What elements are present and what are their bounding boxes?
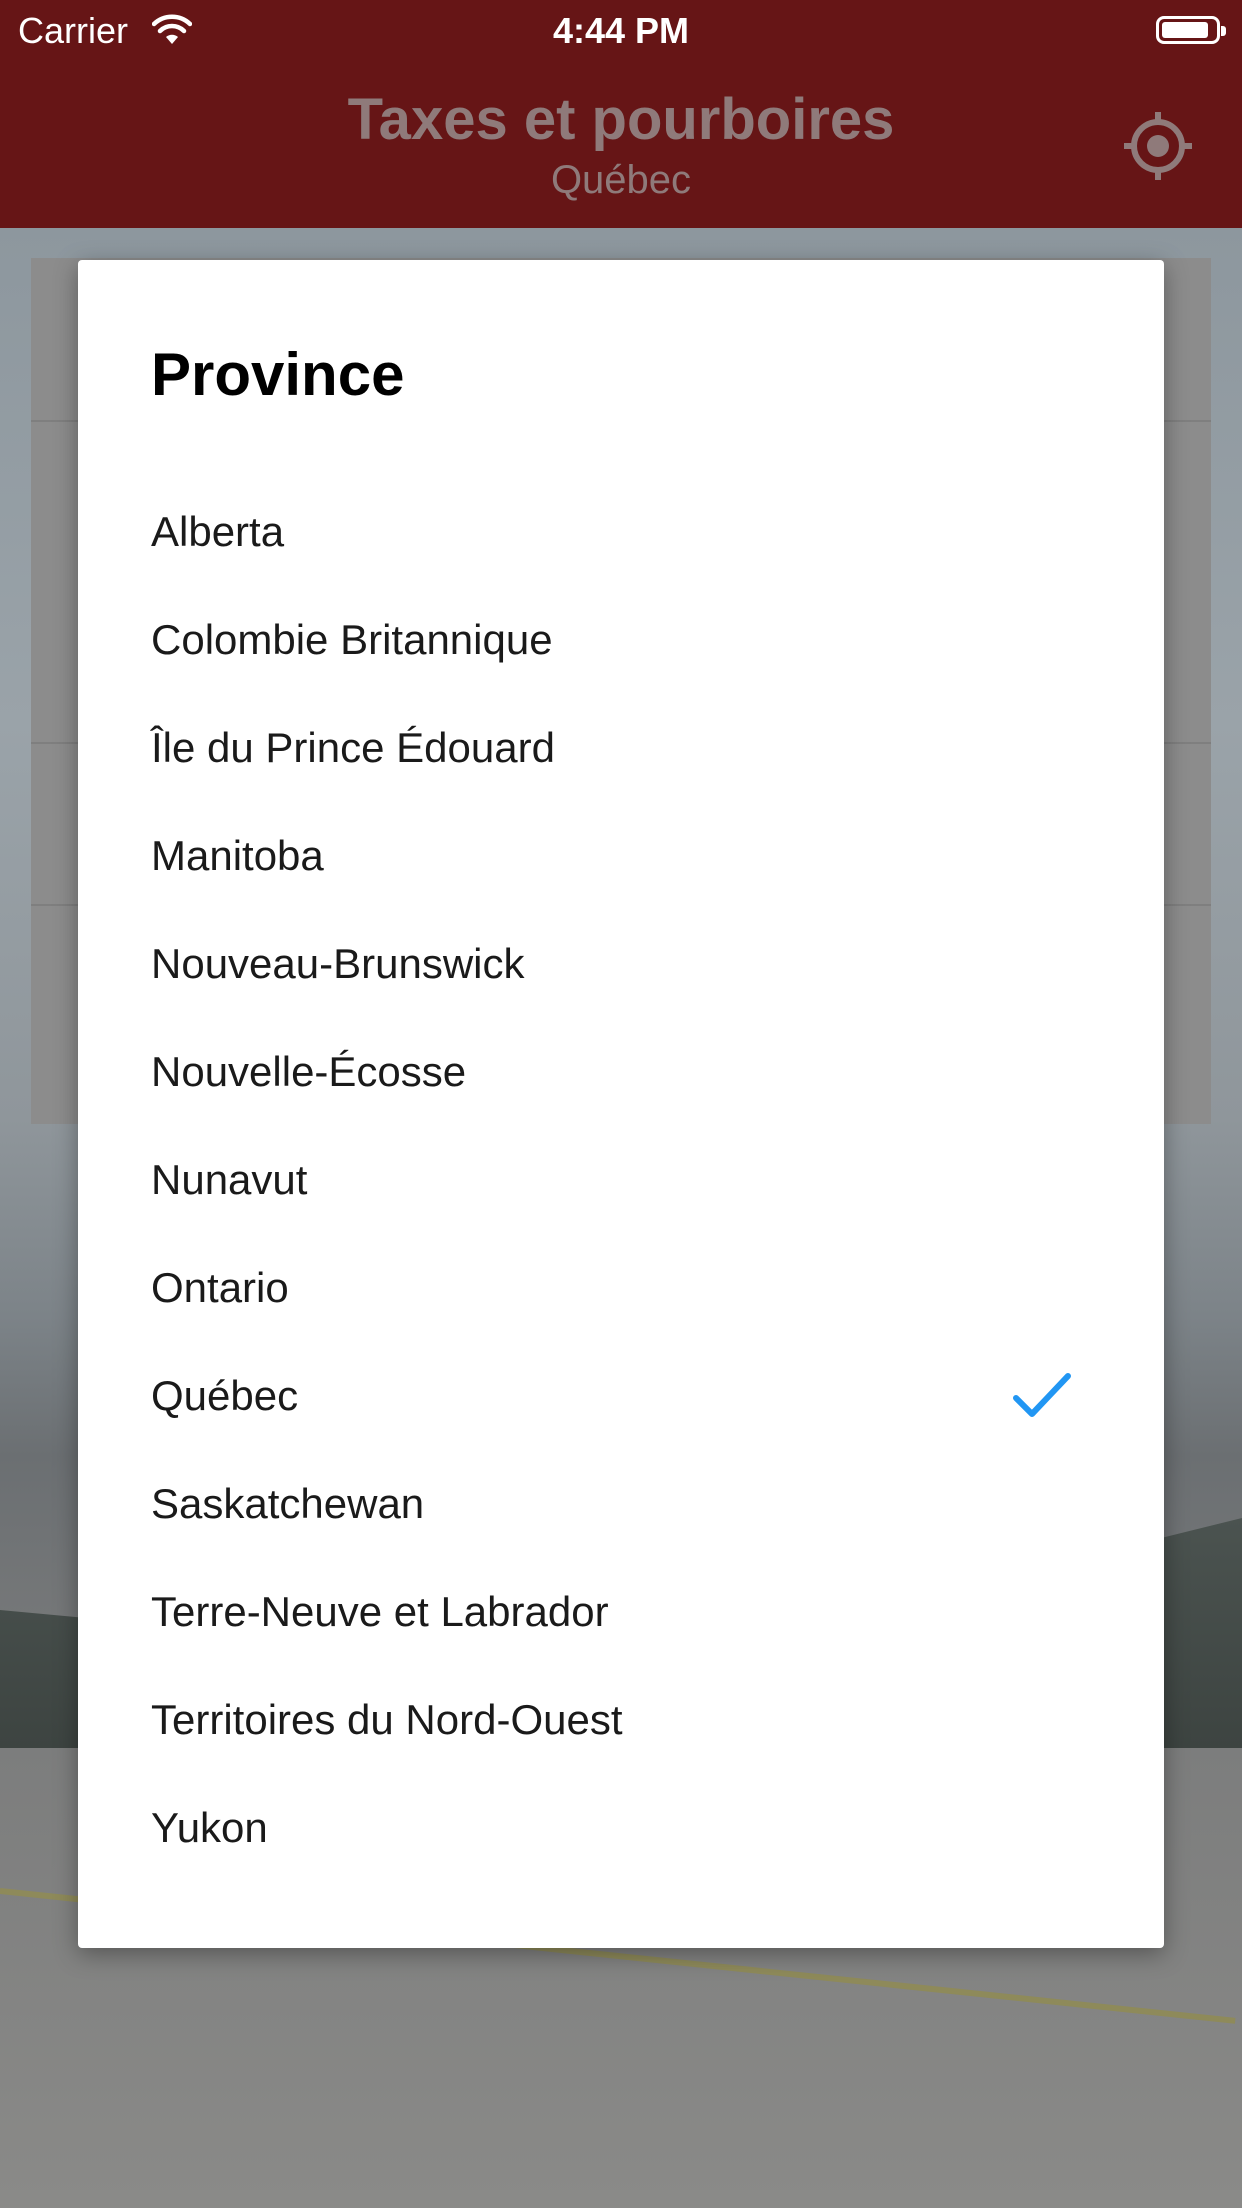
- province-option-territoires-du-nord-ouest[interactable]: Territoires du Nord-Ouest: [78, 1666, 1164, 1774]
- option-label: Nunavut: [151, 1156, 308, 1203]
- option-label: Nouvelle-Écosse: [151, 1048, 467, 1095]
- province-option-ile-du-prince-edouard[interactable]: Île du Prince Édouard: [78, 694, 1164, 802]
- province-option-alberta[interactable]: Alberta: [78, 478, 1164, 586]
- dialog-title: Province: [151, 341, 405, 408]
- province-option-nouveau-brunswick[interactable]: Nouveau-Brunswick: [78, 910, 1164, 1018]
- province-option-ontario[interactable]: Ontario: [78, 1234, 1164, 1342]
- option-label: Saskatchewan: [151, 1480, 425, 1527]
- option-label: Terre-Neuve et Labrador: [151, 1588, 609, 1635]
- province-options-list: Alberta Colombie Britannique Île du Prin…: [78, 478, 1164, 1882]
- province-option-saskatchewan[interactable]: Saskatchewan: [78, 1450, 1164, 1558]
- province-option-yukon[interactable]: Yukon: [78, 1774, 1164, 1882]
- province-dialog: Province Alberta Colombie Britannique Îl…: [78, 260, 1164, 1948]
- province-option-manitoba[interactable]: Manitoba: [78, 802, 1164, 910]
- option-label: Québec: [151, 1372, 299, 1419]
- option-label: Alberta: [151, 508, 285, 555]
- option-label: Nouveau-Brunswick: [151, 940, 525, 987]
- province-option-nouvelle-ecosse[interactable]: Nouvelle-Écosse: [78, 1018, 1164, 1126]
- province-option-terre-neuve-et-labrador[interactable]: Terre-Neuve et Labrador: [78, 1558, 1164, 1666]
- option-label: Île du Prince Édouard: [151, 724, 555, 771]
- option-label: Colombie Britannique: [151, 616, 553, 663]
- province-option-quebec[interactable]: Québec: [78, 1342, 1164, 1450]
- option-label: Yukon: [151, 1804, 268, 1851]
- option-label: Territoires du Nord-Ouest: [151, 1696, 623, 1743]
- province-option-nunavut[interactable]: Nunavut: [78, 1126, 1164, 1234]
- province-option-colombie-britannique[interactable]: Colombie Britannique: [78, 586, 1164, 694]
- option-label: Manitoba: [151, 832, 324, 879]
- option-label: Ontario: [151, 1264, 289, 1311]
- checkmark-icon: [1013, 1373, 1071, 1417]
